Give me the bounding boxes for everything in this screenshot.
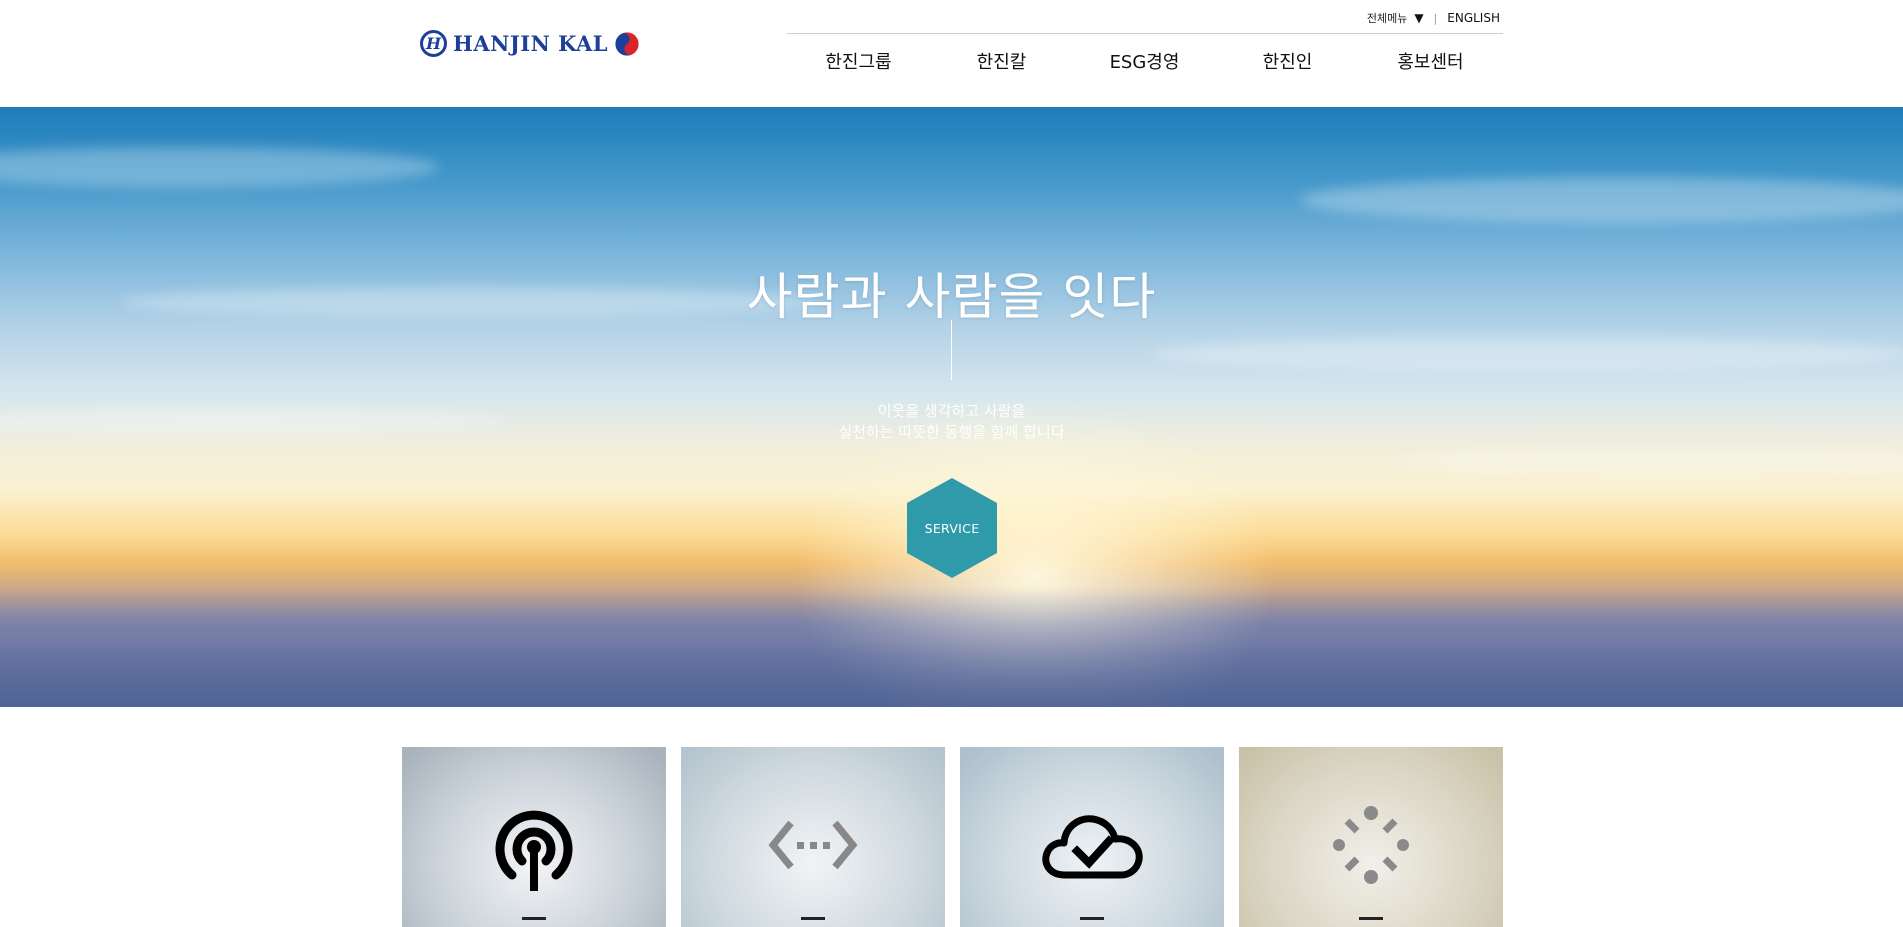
hero-subtitle: 이웃을 생각하고 사랑을 실천하는 따뜻한 동행을 함께 합니다 <box>0 401 1903 443</box>
nav-divider <box>787 33 1503 34</box>
card-dash <box>1359 917 1383 920</box>
cloud-check-icon <box>960 797 1224 893</box>
cloud-streak <box>0 147 440 187</box>
hanjin-kal-logo[interactable]: H HANJIN KAL <box>420 30 640 57</box>
hero-subtitle-line1: 이웃을 생각하고 사랑을 <box>877 402 1026 420</box>
nav-item-hanjin-group[interactable]: 한진그룹 <box>787 48 930 74</box>
feature-card-spinner[interactable] <box>1239 747 1503 927</box>
service-button[interactable]: SERVICE <box>907 478 997 578</box>
hero-subtitle-line2: 실천하는 따뜻한 동행을 함께 합니다 <box>838 423 1065 441</box>
taeguk-symbol-icon <box>614 31 640 57</box>
hero-banner: 사람과 사람을 잇다 이웃을 생각하고 사랑을 실천하는 따뜻한 동행을 함께 … <box>0 107 1903 707</box>
card-dash <box>522 917 546 920</box>
feature-card-broadcast[interactable] <box>402 747 666 927</box>
nav-item-esg[interactable]: ESG경영 <box>1073 48 1216 74</box>
cloud-sea <box>0 587 1903 707</box>
service-button-label: SERVICE <box>924 520 980 536</box>
triangle-down-icon[interactable]: ▼ <box>1414 11 1423 25</box>
feature-card-cloud[interactable] <box>960 747 1224 927</box>
logo-wordmark: HANJIN KAL <box>453 31 609 56</box>
hero-divider <box>951 320 952 380</box>
logo-h-emblem: H <box>420 30 447 57</box>
card-dash <box>1080 917 1104 920</box>
utility-separator: | <box>1433 11 1438 25</box>
utility-menu: 전체메뉴 ▼ | ENGLISH <box>1367 10 1500 26</box>
cloud-streak <box>1150 337 1903 371</box>
all-menu-link[interactable]: 전체메뉴 <box>1367 10 1407 26</box>
hero-title: 사람과 사람을 잇다 <box>746 268 1157 326</box>
loading-spinner-icon <box>1239 797 1503 893</box>
card-dash <box>801 917 825 920</box>
broadcast-antenna-icon <box>402 797 666 893</box>
english-link[interactable]: ENGLISH <box>1447 11 1500 25</box>
site-header: H HANJIN KAL 전체메뉴 ▼ | ENGLISH 한진그룹 한진칼 E… <box>0 0 1903 107</box>
code-brackets-icon <box>681 797 945 893</box>
main-nav: 한진그룹 한진칼 ESG경영 한진인 홍보센터 <box>787 48 1503 74</box>
feature-cards <box>402 747 1503 927</box>
cloud-streak <box>1400 447 1903 477</box>
feature-card-code[interactable] <box>681 747 945 927</box>
nav-item-hanjin-people[interactable]: 한진인 <box>1216 48 1359 74</box>
nav-item-hanjin-kal[interactable]: 한진칼 <box>930 48 1073 74</box>
cloud-streak <box>1300 177 1903 223</box>
nav-item-pr-center[interactable]: 홍보센터 <box>1359 48 1502 74</box>
